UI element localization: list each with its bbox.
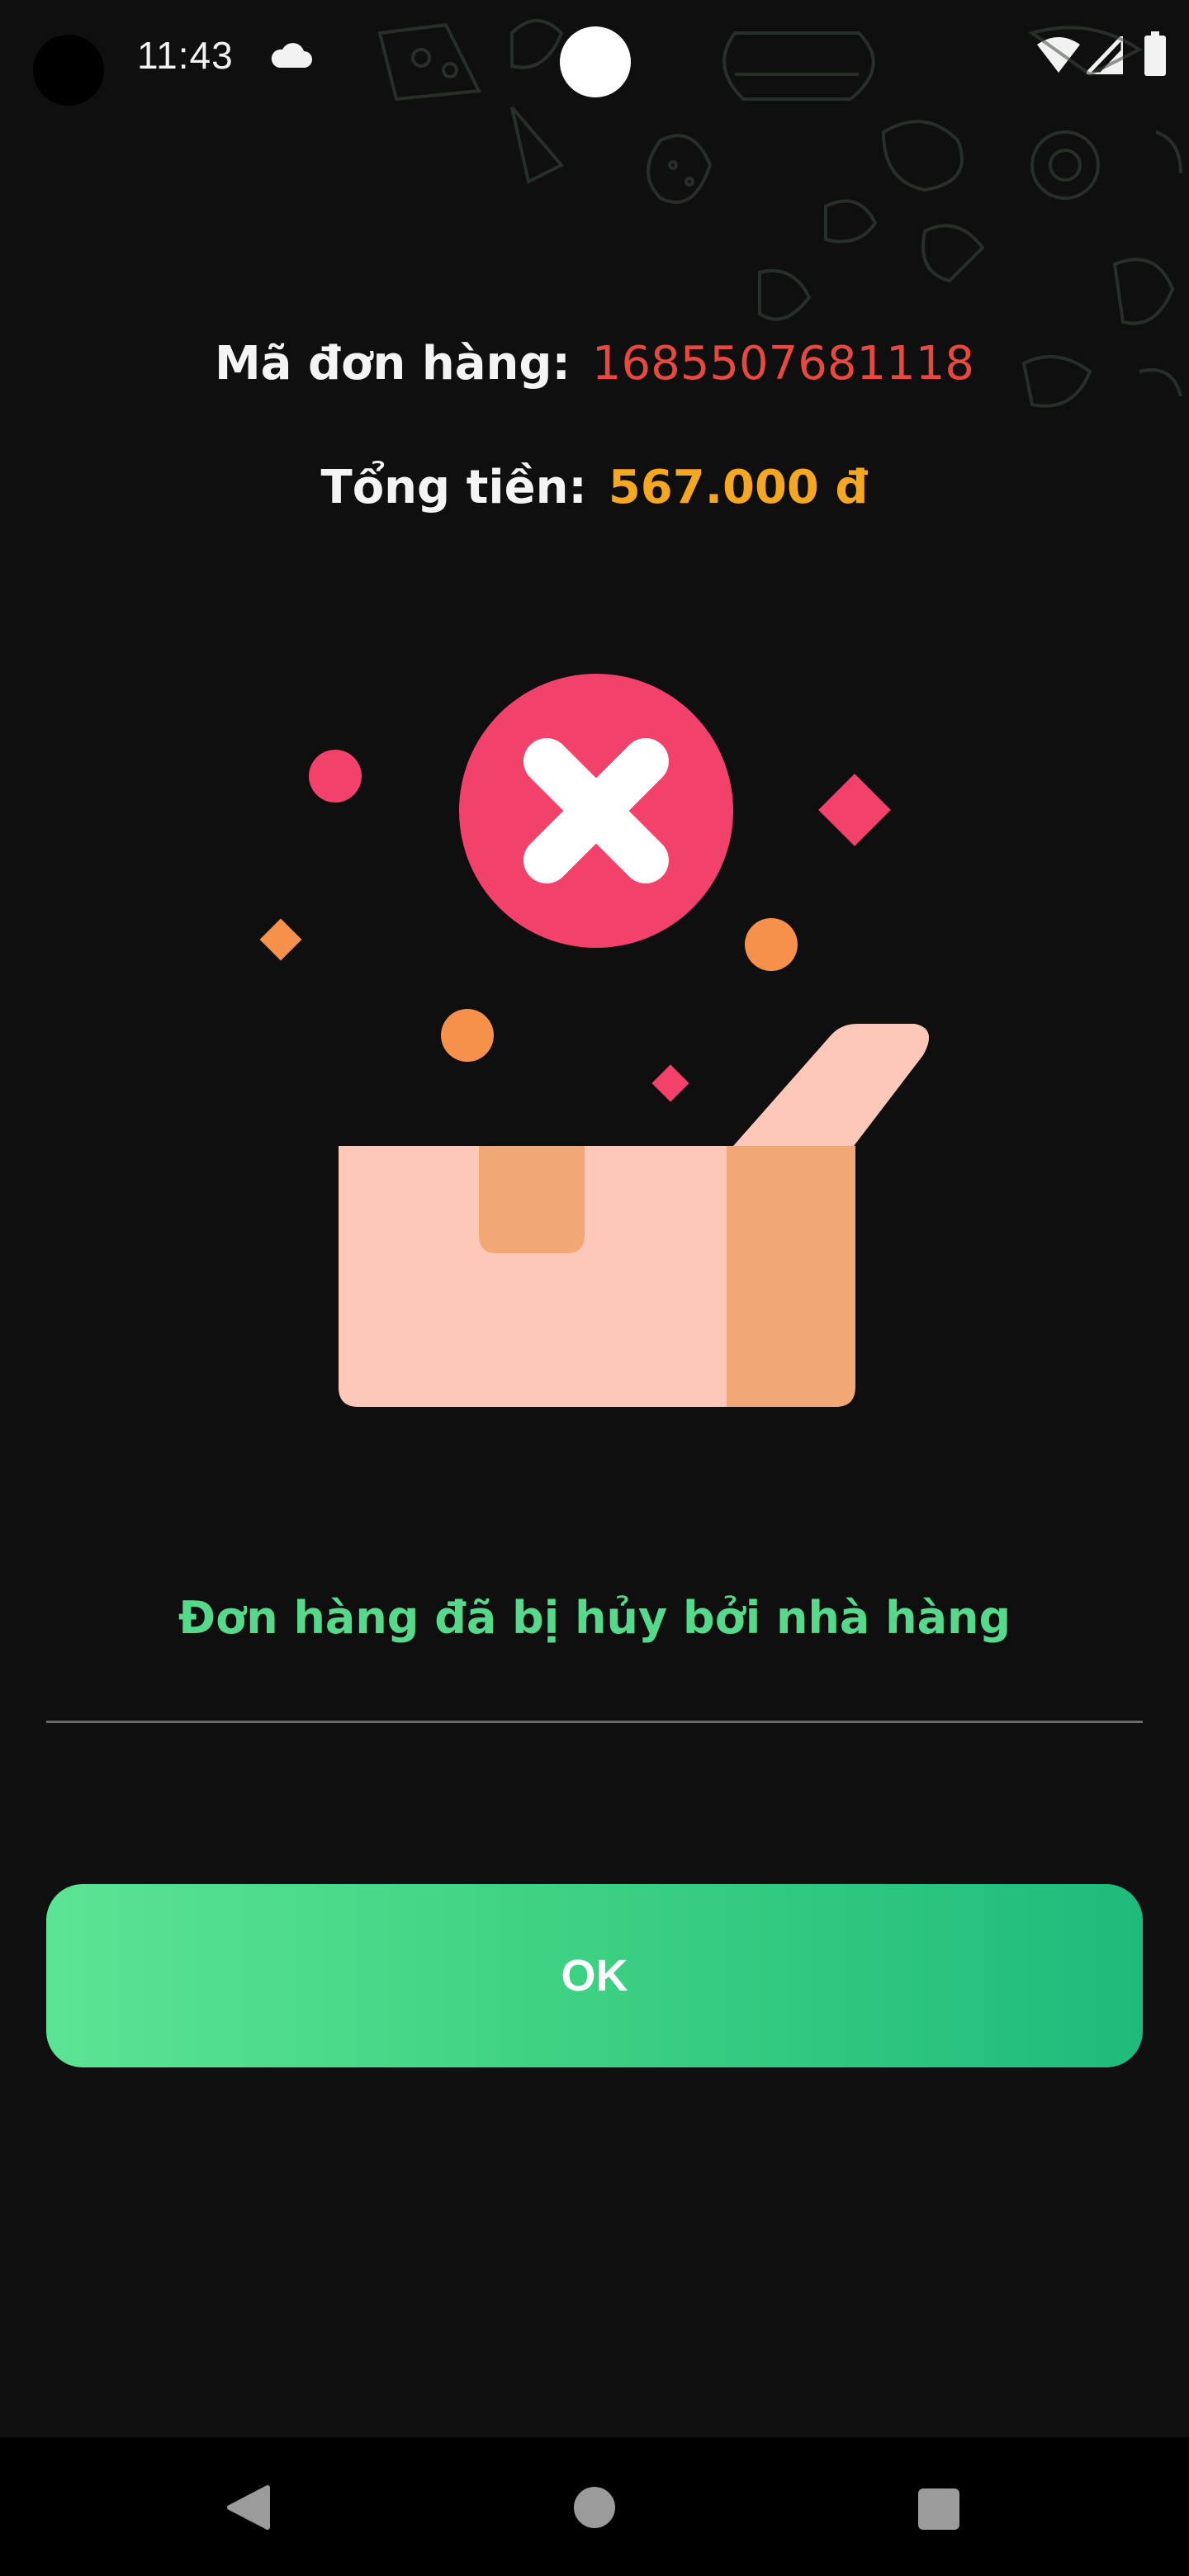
order-total-row: Tổng tiền: 567.000 đ	[0, 461, 1189, 514]
system-nav-bar	[0, 2437, 1189, 2576]
food-doodle-pattern	[377, 19, 1182, 408]
order-status-message: Đơn hàng đã bị hủy bởi nhà hàng	[178, 1592, 1011, 1644]
order-total-value: 567.000 đ	[608, 461, 869, 514]
order-id-value: 1685507681118	[591, 337, 975, 391]
open-box-icon	[339, 1024, 930, 1407]
cancelled-box-illustration	[259, 674, 930, 1407]
back-icon[interactable]	[225, 2484, 271, 2531]
home-icon[interactable]	[574, 2487, 615, 2528]
confetti-dot	[745, 918, 798, 971]
ok-button-label: OK	[561, 1951, 628, 2001]
status-time: 11:43	[137, 34, 234, 77]
ok-button[interactable]: OK	[46, 1884, 1143, 2067]
confetti-diamond	[818, 774, 891, 846]
camera-cutout	[33, 35, 104, 106]
confetti-dot	[441, 1009, 494, 1062]
confetti-diamond	[651, 1064, 689, 1102]
divider	[46, 1721, 1143, 1723]
close-x-icon	[459, 674, 733, 948]
order-id-label: Mã đơn hàng:	[214, 337, 571, 391]
cloud-icon	[271, 43, 312, 68]
confetti-diamond	[259, 918, 302, 961]
order-total-label: Tổng tiền:	[320, 461, 587, 514]
confetti-dot	[309, 750, 362, 803]
order-id-row: Mã đơn hàng: 1685507681118	[0, 337, 1189, 391]
recents-icon[interactable]	[918, 2488, 959, 2530]
